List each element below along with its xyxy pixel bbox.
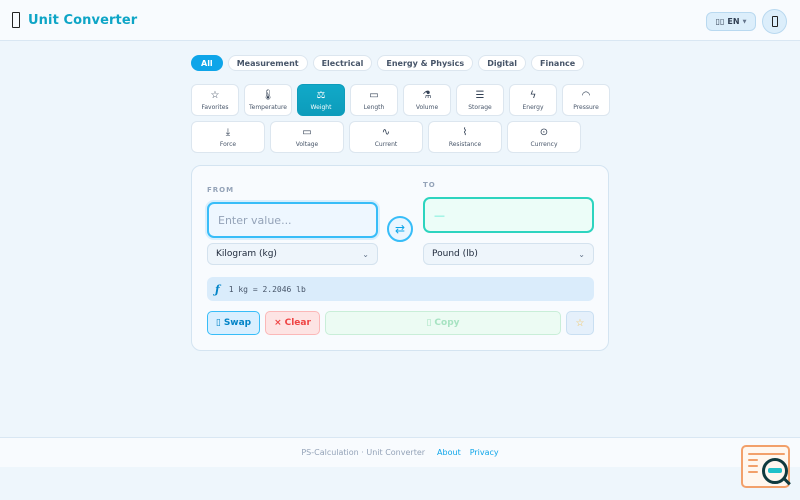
chevron-down-icon: ⌄ [362, 249, 369, 259]
to-label: TO [423, 181, 436, 189]
unit-tile-label: Length [363, 103, 385, 111]
to-unit-value: Pound (lb) [432, 249, 478, 259]
clear-button[interactable]: × Clear [265, 311, 320, 335]
unit-tile-voltage[interactable]: ▭ Voltage [270, 121, 344, 153]
copy-button-label: Copy [434, 318, 460, 328]
thermometer-icon: 🌡 [261, 89, 275, 101]
app-header: Unit Converter ▯▯ EN ▼ [0, 0, 800, 41]
copy-button[interactable]: ▯ Copy [325, 311, 561, 335]
chevron-down-icon: ▼ [742, 18, 747, 25]
unit-tile-favorites[interactable]: ☆ Favorites [191, 84, 239, 116]
resistor-icon: ⌇ [462, 126, 468, 138]
unit-tile-length[interactable]: ▭ Length [350, 84, 398, 116]
scale-icon: ⚖ [316, 89, 326, 101]
unit-tile-volume[interactable]: ⚗ Volume [403, 84, 451, 116]
arrow-down-icon: ⤓ [225, 126, 231, 138]
swap-units-button[interactable]: ⇄ [387, 216, 413, 242]
unit-tile-label: Force [219, 140, 237, 148]
flask-icon: ⚗ [422, 89, 432, 101]
formula-display: ƒ 1 kg = 2.2046 lb [207, 277, 594, 301]
category-tab-measurement[interactable]: Measurement [227, 55, 308, 71]
about-link[interactable]: About [437, 448, 461, 457]
formula-text: 1 kg = 2.2046 lb [228, 284, 306, 294]
unit-tile-label: Current [374, 140, 398, 148]
unit-row-2: ⤓ Force ▭ Voltage ∿ Current ⌇ Resistance ⊙ Curren… [191, 121, 611, 153]
footer-brand: PS-Calculation · Unit Converter [301, 448, 426, 457]
wave-icon: ∿ [381, 126, 391, 138]
copy-icon: ▯ [426, 318, 432, 328]
unit-tile-label: Energy [522, 103, 544, 111]
app-title: Unit Converter [28, 12, 138, 28]
phone-icon: ▯ [215, 318, 221, 328]
menu-button[interactable] [762, 9, 787, 34]
star-icon: ☆ [575, 317, 585, 329]
unit-type-grid: ☆ Favorites 🌡 Temperature ⚖ Weight ▭ Length ⚗ Vol… [191, 84, 611, 158]
unit-tile-label: Resistance [448, 140, 482, 148]
footer: PS-Calculation · Unit Converter About Pr… [0, 437, 800, 467]
unit-tile-weight[interactable]: ⚖ Weight [297, 84, 345, 116]
coin-icon: ⊙ [539, 126, 549, 138]
category-tab-all[interactable]: All [191, 55, 223, 71]
battery-icon: ▭ [302, 126, 312, 138]
unit-tile-label: Storage [468, 103, 492, 111]
widget-line [748, 453, 785, 455]
close-icon: × [274, 318, 282, 328]
unit-tile-label: Temperature [248, 103, 287, 111]
from-value-input[interactable]: Enter value... [207, 202, 378, 238]
to-value-output[interactable]: — [423, 197, 594, 233]
language-label: EN [727, 17, 740, 26]
favorite-button[interactable]: ☆ [566, 311, 594, 335]
from-label: FROM [207, 186, 235, 194]
unit-tile-energy[interactable]: ϟ Energy [509, 84, 557, 116]
globe-icon: ▯▯ [715, 17, 725, 26]
unit-tile-current[interactable]: ∿ Current [349, 121, 423, 153]
category-tab-finance[interactable]: Finance [531, 55, 585, 71]
unit-tile-label: Pressure [573, 103, 599, 111]
widget-line [748, 465, 758, 467]
brand[interactable]: Unit Converter [12, 12, 137, 28]
storage-icon: ☰ [475, 89, 485, 101]
unit-tile-force[interactable]: ⤓ Force [191, 121, 265, 153]
function-icon: ƒ [215, 282, 220, 296]
ruler-icon: ▭ [369, 89, 379, 101]
unit-row-1: ☆ Favorites 🌡 Temperature ⚖ Weight ▭ Length ⚗ Vol… [191, 84, 611, 116]
widget-line [748, 459, 758, 461]
widget-line [748, 471, 758, 473]
unit-tile-pressure[interactable]: ◠ Pressure [562, 84, 610, 116]
gauge-icon: ◠ [581, 89, 591, 101]
phone-icon [12, 12, 20, 28]
unit-tile-currency[interactable]: ⊙ Currency [507, 121, 581, 153]
magnifier-handle [783, 477, 791, 486]
to-unit-select[interactable]: Pound (lb) ⌄ [423, 243, 594, 265]
unit-tile-label: Volume [415, 103, 439, 111]
privacy-link[interactable]: Privacy [470, 448, 499, 457]
unit-tile-label: Favorites [201, 103, 229, 111]
language-selector[interactable]: ▯▯ EN ▼ [706, 12, 756, 31]
star-icon: ☆ [210, 89, 220, 101]
swap-icon: ⇄ [394, 222, 406, 236]
chevron-down-icon: ⌄ [578, 249, 585, 259]
category-tab-digital[interactable]: Digital [478, 55, 527, 71]
converter-card: FROM TO Enter value... ⇄ — Kilogram (kg)… [191, 165, 609, 351]
unit-tile-label: Voltage [295, 140, 319, 148]
unit-tile-label: Weight [310, 103, 332, 111]
lightning-icon: ϟ [529, 89, 537, 101]
category-tabs: All Measurement Electrical Energy & Physics… [191, 55, 585, 71]
clear-button-label: Clear [284, 318, 311, 328]
unit-tile-resistance[interactable]: ⌇ Resistance [428, 121, 502, 153]
unit-tile-storage[interactable]: ☰ Storage [456, 84, 504, 116]
magnifier-fill [768, 468, 782, 473]
unit-tile-label: Currency [530, 140, 558, 148]
from-placeholder: Enter value... [218, 213, 292, 227]
from-unit-select[interactable]: Kilogram (kg) ⌄ [207, 243, 378, 265]
from-unit-value: Kilogram (kg) [216, 249, 277, 259]
unit-tile-temperature[interactable]: 🌡 Temperature [244, 84, 292, 116]
category-tab-energy-physics[interactable]: Energy & Physics [377, 55, 474, 71]
category-tab-electrical[interactable]: Electrical [312, 55, 373, 71]
swap-button-label: Swap [223, 318, 252, 328]
search-widget-icon[interactable] [741, 445, 791, 488]
swap-button[interactable]: ▯ Swap [207, 311, 260, 335]
phone-icon [771, 16, 778, 27]
to-value: — [434, 208, 445, 222]
